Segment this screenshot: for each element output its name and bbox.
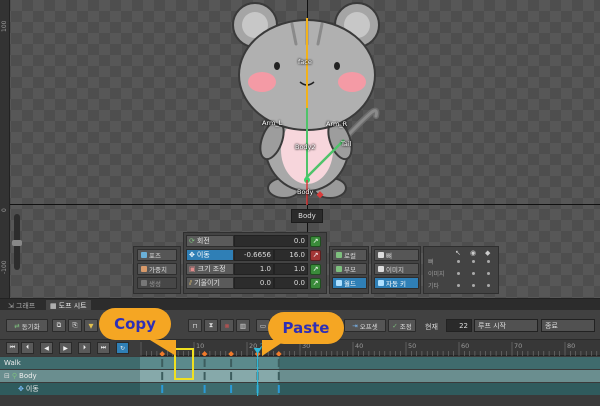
paste-callout: Paste: [268, 312, 344, 344]
callout-tails: [150, 340, 286, 356]
copy-callout: Copy: [99, 308, 171, 340]
